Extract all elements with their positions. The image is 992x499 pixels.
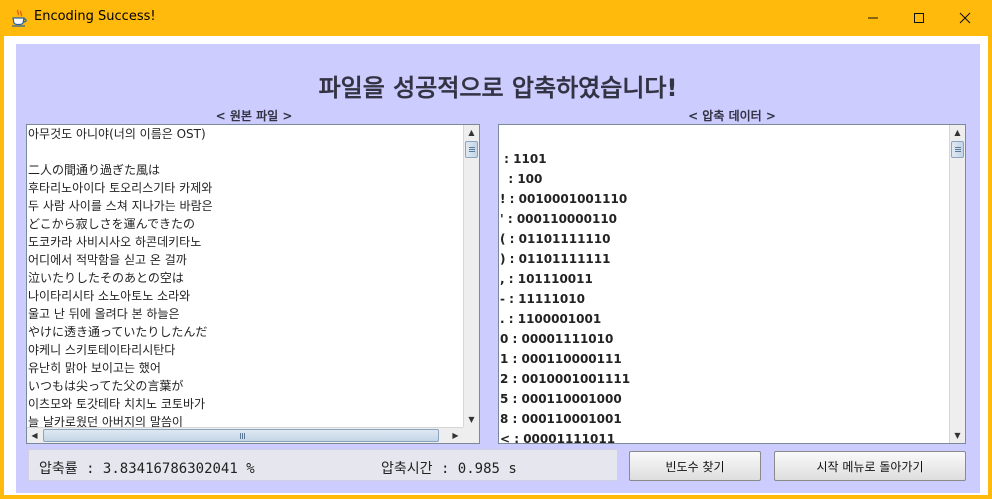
title-bar[interactable]: Encoding Success! <box>0 0 992 36</box>
find-frequency-button[interactable]: 빈도수 찾기 <box>629 451 761 481</box>
scroll-down-arrow-icon[interactable]: ▼ <box>950 428 965 443</box>
compressed-line: 5 : 000110001000 <box>500 392 622 406</box>
compressed-line: ' : 000110000110 <box>500 212 618 226</box>
original-horizontal-scrollbar[interactable]: ◀ ▶ <box>27 427 463 443</box>
compressed-line: ) : 01101111111 <box>500 252 611 266</box>
compression-time: 압축시간 : 0.985 s <box>381 461 517 477</box>
original-file-label: < 원본 파일 > <box>215 109 293 123</box>
original-line: どこから寂しさを運んできたの <box>28 217 196 231</box>
back-to-start-menu-button[interactable]: 시작 메뉴로 돌아가기 <box>774 451 966 481</box>
original-line: 두 사람 사이를 스쳐 지나가는 바람은 <box>28 199 213 213</box>
scroll-thumb[interactable] <box>951 141 964 158</box>
scroll-up-arrow-icon[interactable]: ▲ <box>950 125 965 140</box>
scroll-corner <box>463 427 479 443</box>
minimize-icon <box>868 17 878 19</box>
close-icon <box>959 12 971 24</box>
scroll-right-arrow-icon[interactable]: ▶ <box>448 428 463 443</box>
original-line: 유난히 맑아 보이고는 했어 <box>28 361 161 375</box>
compressed-data-textarea[interactable]: : 1101 : 100 ! : 0010001001110 ' : 0001100… <box>498 124 966 444</box>
original-line: 泣いたりしたそのあとの空は <box>28 271 184 285</box>
app-window: Encoding Success! 파일을 성공적으로 압축하였습니다! < 원… <box>0 0 992 499</box>
minimize-button[interactable] <box>850 0 896 36</box>
maximize-icon <box>914 13 924 23</box>
original-line: 아무것도 아니야(너의 이름은 OST) <box>28 127 206 141</box>
compressed-line: : 1101 <box>500 152 547 166</box>
compressed-line: ( : 01101111110 <box>500 232 611 246</box>
original-line: 어디에서 적막함을 싣고 온 걸까 <box>28 253 187 267</box>
compressed-code-lines: : 1101 : 100 ! : 0010001001110 ' : 0001100… <box>499 129 949 443</box>
maximize-button[interactable] <box>896 0 942 36</box>
close-button[interactable] <box>942 0 988 36</box>
compressed-data-label: < 압축 데이터 > <box>688 109 776 123</box>
status-bar: 압축률 : 3.83416786302041 % 압축시간 : 0.985 s <box>28 449 618 481</box>
scroll-thumb[interactable] <box>465 141 478 158</box>
compressed-line: , : 101110011 <box>500 272 593 286</box>
window-title: Encoding Success! <box>34 9 156 24</box>
horizontal-scroll-thumb[interactable] <box>43 429 439 442</box>
compressed-line: ! : 0010001001110 <box>500 192 628 206</box>
scroll-down-arrow-icon[interactable]: ▼ <box>464 412 479 427</box>
compressed-vertical-scrollbar[interactable]: ▲ ▼ <box>949 125 965 443</box>
original-line: 울고 난 뒤에 올려다 본 하늘은 <box>28 307 180 321</box>
original-line: 二人の間通り過ぎた風は <box>28 163 161 177</box>
compressed-line: 0 : 00001111010 <box>500 332 614 346</box>
compressed-line: . : 1100001001 <box>500 312 602 326</box>
compressed-line: 1 : 000110000111 <box>500 352 622 366</box>
compression-ratio: 압축률 : 3.83416786302041 % <box>39 461 255 477</box>
scroll-up-arrow-icon[interactable]: ▲ <box>464 125 479 140</box>
original-line: 이츠모와 토갓테타 치치노 코토바가 <box>28 397 206 411</box>
content-panel: 파일을 성공적으로 압축하였습니다! < 원본 파일 > < 압축 데이터 > … <box>16 44 980 493</box>
original-vertical-scrollbar[interactable]: ▲ ▼ <box>463 125 479 427</box>
original-line <box>27 143 463 161</box>
scroll-left-arrow-icon[interactable]: ◀ <box>27 428 42 443</box>
original-line: いつもは尖ってた父の言葉が <box>28 379 184 393</box>
original-file-textarea[interactable]: 아무것도 아니야(너의 이름은 OST) 二人の間通り過ぎた風は 후타리노아이다 … <box>26 124 480 444</box>
original-line: やけに透き通っていたりしたんだ <box>28 325 208 339</box>
original-line: 도코카라 사비시사오 하콘데키타노 <box>28 235 202 249</box>
java-cup-icon <box>11 9 27 27</box>
original-line: 후타리노아이다 토오리스기타 카제와 <box>28 181 213 195</box>
compressed-line: : 100 <box>500 172 543 186</box>
compressed-line: - : 11111010 <box>500 292 585 306</box>
original-line: 나이타리시타 소노아토노 소라와 <box>28 289 191 303</box>
original-text-lines: 아무것도 아니야(너의 이름은 OST) 二人の間通り過ぎた風は 후타리노아이다 … <box>27 125 463 443</box>
compressed-line: 2 : 0010001001111 <box>500 372 631 386</box>
window-client-area: 파일을 성공적으로 압축하였습니다! < 원본 파일 > < 압축 데이터 > … <box>4 36 988 495</box>
page-title: 파일을 성공적으로 압축하였습니다! <box>318 74 678 102</box>
original-line: 야케니 스키토테이타리시탄다 <box>28 343 176 357</box>
compressed-line <box>499 129 949 149</box>
compressed-line: 8 : 000110001001 <box>500 412 622 426</box>
compressed-line: < : 00001111011 <box>500 432 616 443</box>
